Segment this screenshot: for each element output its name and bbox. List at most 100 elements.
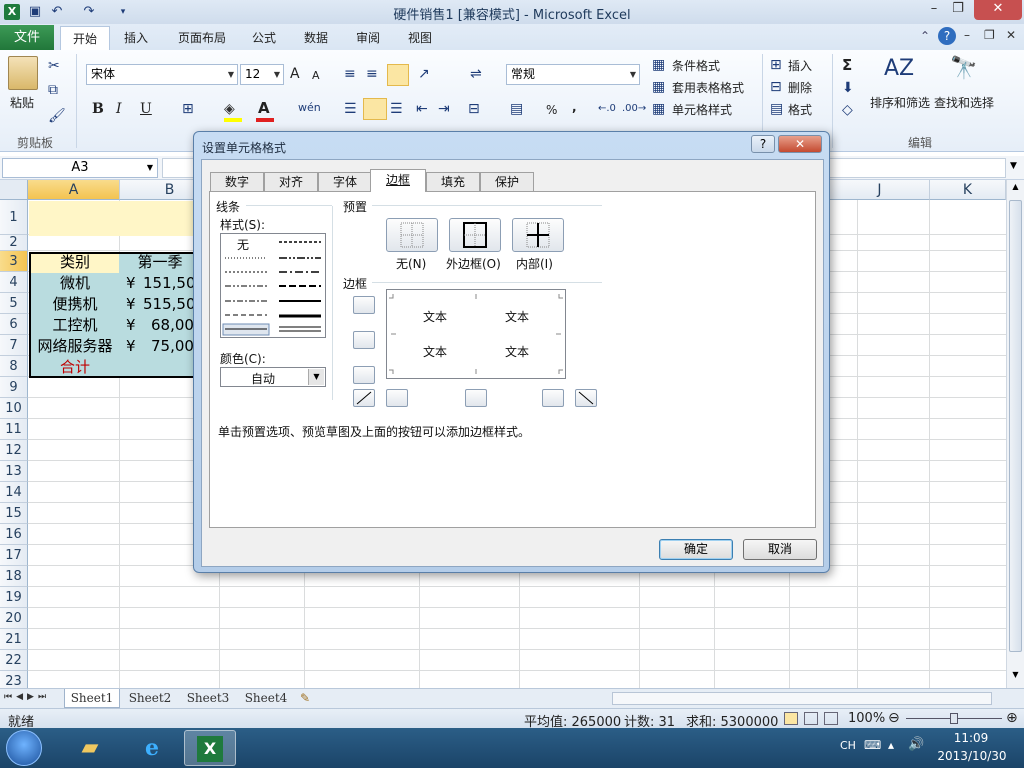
title-cell-fill[interactable] bbox=[29, 201, 199, 236]
select-all-corner[interactable] bbox=[0, 180, 28, 200]
sheet-tab[interactable]: Sheet3 bbox=[180, 689, 236, 708]
border-diagonal-down-button[interactable] bbox=[575, 389, 597, 407]
workbook-minimize-icon[interactable]: – bbox=[964, 28, 970, 42]
conditional-format-button[interactable]: 条件格式 bbox=[672, 57, 720, 74]
tab-view[interactable]: 视图 bbox=[400, 26, 440, 50]
preset-outline-button[interactable] bbox=[449, 218, 501, 252]
find-select-button[interactable]: 查找和选择 bbox=[934, 94, 994, 111]
row-header[interactable]: 7 bbox=[0, 335, 28, 356]
increase-decimal-icon[interactable]: ←.0 bbox=[598, 103, 616, 114]
scroll-down-icon[interactable]: ▼ bbox=[1009, 670, 1022, 684]
table-style-button[interactable]: 套用表格格式 bbox=[672, 79, 744, 96]
bold-button[interactable]: B bbox=[92, 101, 104, 117]
row-header[interactable]: 6 bbox=[0, 314, 28, 335]
fill-icon[interactable]: ⬇ bbox=[842, 80, 854, 96]
row-header[interactable]: 21 bbox=[0, 629, 28, 650]
row-header[interactable]: 14 bbox=[0, 482, 28, 503]
row-header[interactable]: 11 bbox=[0, 419, 28, 440]
minimize-ribbon-icon[interactable]: ⌃ bbox=[920, 29, 930, 43]
column-header-k[interactable]: K bbox=[930, 180, 1006, 200]
language-indicator[interactable]: CH bbox=[840, 739, 856, 752]
border-middle-h-button[interactable] bbox=[353, 331, 375, 349]
line-style-swatches[interactable] bbox=[221, 234, 325, 337]
row-header[interactable]: 8 bbox=[0, 356, 28, 377]
increase-indent-icon[interactable]: ⇥ bbox=[438, 101, 450, 117]
volume-icon[interactable]: 🔊 bbox=[908, 737, 924, 752]
row-header[interactable]: 19 bbox=[0, 587, 28, 608]
comma-button[interactable]: , bbox=[572, 100, 577, 114]
zoom-in-icon[interactable]: ⊕ bbox=[1006, 710, 1018, 726]
ok-button[interactable]: 确定 bbox=[659, 539, 733, 560]
tab-file[interactable]: 文件 bbox=[0, 25, 54, 50]
sheet-tab[interactable]: Sheet2 bbox=[122, 689, 178, 708]
tab-page-layout[interactable]: 页面布局 bbox=[170, 26, 234, 50]
name-box[interactable]: A3 ▼ bbox=[2, 158, 158, 178]
align-middle-icon[interactable]: ≡ bbox=[366, 66, 378, 82]
row-header[interactable]: 5 bbox=[0, 293, 28, 314]
row-header[interactable]: 16 bbox=[0, 524, 28, 545]
row-header[interactable]: 13 bbox=[0, 461, 28, 482]
align-left-icon[interactable]: ☰ bbox=[344, 101, 357, 117]
page-break-view-icon[interactable] bbox=[824, 712, 838, 725]
delete-cells-icon[interactable]: ⊟ bbox=[770, 79, 782, 95]
normal-view-icon[interactable] bbox=[784, 712, 798, 725]
row-header[interactable]: 3 bbox=[0, 251, 28, 272]
row-header[interactable]: 17 bbox=[0, 545, 28, 566]
accounting-format-icon[interactable]: ▤ bbox=[510, 101, 523, 117]
line-style-list[interactable]: 无 bbox=[220, 233, 326, 338]
border-left-button[interactable] bbox=[386, 389, 408, 407]
dialog-help-button[interactable]: ? bbox=[751, 135, 775, 153]
conditional-format-icon[interactable]: ▦ bbox=[652, 57, 665, 73]
cut-icon[interactable]: ✂ bbox=[48, 58, 60, 74]
grow-font-button[interactable]: A bbox=[290, 66, 300, 82]
row-header[interactable]: 22 bbox=[0, 650, 28, 671]
cell-style-button[interactable]: 单元格样式 bbox=[672, 101, 732, 118]
tab-formulas[interactable]: 公式 bbox=[244, 26, 284, 50]
keyboard-icon[interactable]: ⌨ bbox=[864, 738, 881, 752]
clear-icon[interactable]: ◇ bbox=[842, 102, 853, 118]
color-dropdown-icon[interactable]: ▼ bbox=[308, 369, 324, 385]
sheet-tab[interactable]: Sheet4 bbox=[238, 689, 294, 708]
border-diagonal-up-button[interactable] bbox=[353, 389, 375, 407]
close-button[interactable]: ✕ bbox=[974, 0, 1022, 20]
tab-protection[interactable]: 保护 bbox=[480, 172, 534, 191]
scroll-thumb[interactable] bbox=[1009, 200, 1022, 652]
minimize-button[interactable]: – bbox=[922, 0, 946, 20]
align-right-icon[interactable]: ☰ bbox=[390, 101, 403, 117]
workbook-close-icon[interactable]: ✕ bbox=[1006, 28, 1016, 42]
row-header[interactable]: 18 bbox=[0, 566, 28, 587]
copy-icon[interactable]: ⧉ bbox=[48, 82, 58, 98]
dialog-close-button[interactable]: ✕ bbox=[778, 135, 822, 153]
sort-filter-button[interactable]: 排序和筛选 bbox=[870, 94, 930, 111]
tab-border[interactable]: 边框 bbox=[370, 169, 426, 192]
format-cells-button[interactable]: 格式 bbox=[788, 101, 812, 118]
decrease-decimal-icon[interactable]: .00→ bbox=[622, 103, 646, 114]
row-header[interactable]: 1 bbox=[0, 200, 28, 235]
start-button[interactable] bbox=[6, 730, 42, 766]
tray-arrow-icon[interactable]: ▴ bbox=[888, 738, 894, 752]
fill-color-icon[interactable]: ◈ bbox=[224, 101, 235, 117]
zoom-out-icon[interactable]: ⊖ bbox=[888, 710, 900, 726]
underline-button[interactable]: U bbox=[140, 101, 152, 117]
italic-button[interactable]: I bbox=[116, 101, 122, 117]
border-right-button[interactable] bbox=[542, 389, 564, 407]
border-bottom-button[interactable] bbox=[353, 366, 375, 384]
wrap-text-icon[interactable]: ⇌ bbox=[470, 66, 482, 82]
sheet-tab[interactable]: Sheet1 bbox=[64, 689, 120, 708]
tab-home[interactable]: 开始 bbox=[60, 26, 110, 50]
ie-icon[interactable]: e bbox=[126, 730, 178, 766]
font-color-icon[interactable]: A bbox=[258, 99, 270, 117]
clock-date[interactable]: 2013/10/30 bbox=[936, 749, 1008, 763]
tab-fill[interactable]: 填充 bbox=[426, 172, 480, 191]
clock-time[interactable]: 11:09 bbox=[946, 731, 996, 745]
excel-taskbar-icon[interactable]: X bbox=[184, 730, 236, 766]
find-select-icon[interactable]: 🔭 bbox=[950, 56, 977, 81]
font-size-combo[interactable]: 12 ▼ bbox=[240, 64, 284, 85]
format-cells-icon[interactable]: ▤ bbox=[770, 101, 783, 117]
tab-insert[interactable]: 插入 bbox=[114, 26, 158, 50]
align-top-icon[interactable]: ≡ bbox=[344, 66, 356, 82]
row-header[interactable]: 9 bbox=[0, 377, 28, 398]
scroll-up-icon[interactable]: ▲ bbox=[1009, 182, 1022, 196]
percent-button[interactable]: % bbox=[546, 103, 557, 117]
tab-font[interactable]: 字体 bbox=[318, 172, 372, 191]
